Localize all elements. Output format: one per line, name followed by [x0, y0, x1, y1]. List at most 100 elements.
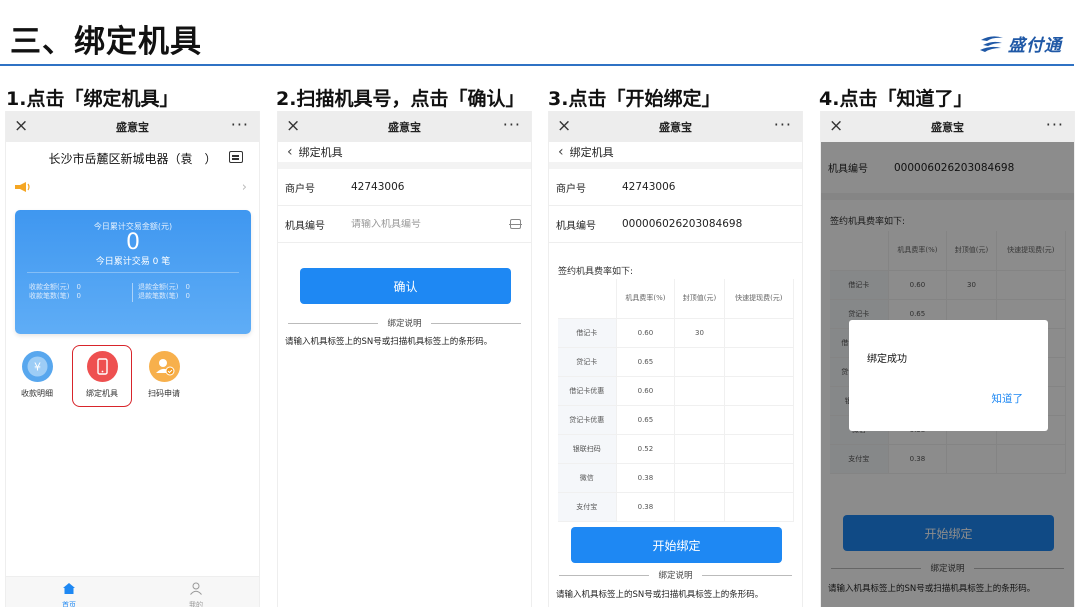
brand-logo: 盛付通: [979, 31, 1062, 56]
more-icon[interactable]: ···: [231, 115, 249, 134]
megaphone-icon: [15, 182, 30, 192]
phone-screen-home: × 盛意宝 ··· 长沙市岳麓区新城电器（袁 ） › 今日累计交易金额(元) 0…: [5, 111, 260, 607]
explain-body: 请输入机具标签上的SN号或扫描机具标签上的条形码。: [556, 590, 764, 600]
close-icon[interactable]: ×: [14, 116, 28, 136]
func-receipt-details[interactable]: ¥ 收款明细: [11, 351, 63, 399]
table-row: 微信0.38: [558, 463, 795, 493]
rate-fee: [724, 318, 795, 348]
step-2-label: 2.扫描机具号，点击「确认」: [276, 88, 525, 110]
rate-fee: [724, 463, 795, 493]
notice-bar[interactable]: ›: [6, 175, 259, 205]
rate-table: 机具费率(%) 封顶值(元) 快速提现费(元) 借记卡 0.60 30 贷记卡 0.6…: [558, 279, 795, 522]
tab-mine[interactable]: 我的: [176, 580, 216, 607]
more-icon[interactable]: ···: [503, 115, 521, 134]
rate-cap: [674, 463, 725, 493]
step-4-label: 4.点击「知道了」: [819, 88, 973, 110]
table-row: 借记卡优惠0.60: [558, 376, 795, 406]
chevron-right-icon: ›: [241, 180, 247, 195]
merchant-label: 商户号: [285, 183, 315, 195]
device-number-input[interactable]: [351, 218, 491, 230]
back-chevron-icon[interactable]: ‹: [287, 144, 293, 160]
rate-fee: [724, 347, 795, 377]
rate-fee: [724, 434, 795, 464]
rate-value: 0.52: [616, 434, 676, 464]
count-label: 今日累计交易 0 笔: [95, 257, 171, 267]
rate-type: 银联扫码: [558, 434, 617, 464]
rate-fee: [724, 405, 795, 435]
refund-amount: 退款金额(元) 0: [138, 283, 190, 291]
explain-header: 绑定说明: [288, 318, 521, 329]
func-scan-apply[interactable]: 扫码申请: [138, 351, 190, 399]
rate-cap: 30: [674, 318, 725, 348]
more-icon[interactable]: ···: [774, 115, 792, 134]
back-chevron-icon[interactable]: ‹: [558, 144, 564, 160]
close-icon[interactable]: ×: [557, 116, 571, 136]
table-row: 借记卡 0.60 30: [558, 318, 795, 348]
rate-header-cell: 封顶值(元): [674, 279, 725, 319]
rate-cap: [674, 347, 725, 377]
table-row: 贷记卡优惠0.65: [558, 405, 795, 435]
func-label: 收款明细: [21, 389, 53, 398]
table-row: 支付宝 0.38: [558, 492, 795, 522]
income-stats: 收款金额(元) 0 收款笔数(笔) 0: [29, 283, 81, 301]
device-row: 机具编号 000006026203084698: [549, 206, 802, 243]
explain-divider-right: [431, 323, 521, 324]
start-bind-button[interactable]: 开始绑定: [571, 527, 782, 563]
rate-cap: [674, 405, 725, 435]
tab-home[interactable]: 首页: [49, 580, 89, 607]
tab-home-label: 首页: [62, 601, 76, 607]
app-topbar: × 盛意宝 ···: [278, 111, 531, 142]
rate-header-cell: 机具费率(%): [616, 279, 676, 319]
rate-type: 微信: [558, 463, 617, 493]
device-label: 机具编号: [285, 220, 325, 232]
store-name[interactable]: 长沙市岳麓区新城电器（袁 ）: [48, 150, 216, 167]
scan-icon[interactable]: [509, 219, 522, 229]
rate-fee: [724, 376, 795, 406]
rate-fee: [724, 492, 795, 522]
confirm-button[interactable]: 确认: [300, 268, 511, 304]
step-3-label: 3.点击「开始绑定」: [548, 88, 721, 110]
phone-screen-bind-success: × 盛意宝 ··· 机具编号 000006026203084698 签约机具费率…: [820, 111, 1075, 607]
income-count: 收款笔数(笔) 0: [29, 292, 81, 300]
device-value: 000006026203084698: [622, 218, 743, 230]
page-title: 绑定机具: [298, 146, 343, 159]
home-icon: [63, 583, 75, 594]
page-header: ‹ 绑定机具: [549, 142, 802, 169]
store-header: 长沙市岳麓区新城电器（袁 ）: [6, 142, 259, 175]
user-check-icon: [148, 351, 180, 382]
title-divider: [0, 64, 1074, 66]
rate-header-row: 机具费率(%) 封顶值(元) 快速提现费(元): [558, 279, 795, 319]
daily-summary-card: 今日累计交易金额(元) 0 今日累计交易 0 笔 收款金额(元) 0 收款笔数(…: [15, 210, 251, 334]
merchant-row: 商户号 42743006: [278, 169, 531, 206]
rate-header-cell: [558, 279, 617, 319]
close-icon[interactable]: ×: [829, 116, 843, 136]
rate-value: 0.65: [616, 405, 676, 435]
merchant-label: 商户号: [556, 183, 586, 195]
step-1-label: 1.点击「绑定机具」: [6, 88, 179, 110]
merchant-value: 42743006: [622, 181, 676, 193]
refund-count: 退款笔数(笔) 0: [138, 292, 190, 300]
explain-body: 请输入机具标签上的SN号或扫描机具标签上的条形码。: [285, 337, 493, 347]
user-glyph-icon: [155, 359, 174, 376]
rate-value: 0.60: [616, 376, 676, 406]
got-it-button[interactable]: 知道了: [992, 391, 1024, 406]
dialog-message: 绑定成功: [867, 354, 907, 365]
card-vertical-divider: [132, 283, 133, 302]
app-topbar: × 盛意宝 ···: [821, 111, 1074, 142]
more-icon[interactable]: ···: [1046, 115, 1064, 134]
device-label: 机具编号: [556, 220, 596, 232]
message-icon[interactable]: [229, 151, 243, 163]
app-title: 盛意宝: [659, 120, 692, 134]
close-icon[interactable]: ×: [286, 116, 300, 136]
explain-header: 绑定说明: [559, 570, 792, 581]
phone-screen-bind-confirm: × 盛意宝 ··· ‹ 绑定机具 商户号 42743006 机具编号 00000…: [548, 111, 803, 607]
app-title: 盛意宝: [116, 120, 149, 134]
slide-title: 三、绑定机具: [10, 24, 202, 60]
table-row: 银联扫码0.52: [558, 434, 795, 464]
func-label: 扫码申请: [148, 389, 180, 398]
highlight-box: [72, 345, 132, 407]
user-icon: [190, 582, 202, 595]
success-dialog: 绑定成功 知道了: [849, 320, 1048, 431]
rate-type: 支付宝: [558, 492, 617, 522]
amount-value: 0: [126, 230, 140, 255]
